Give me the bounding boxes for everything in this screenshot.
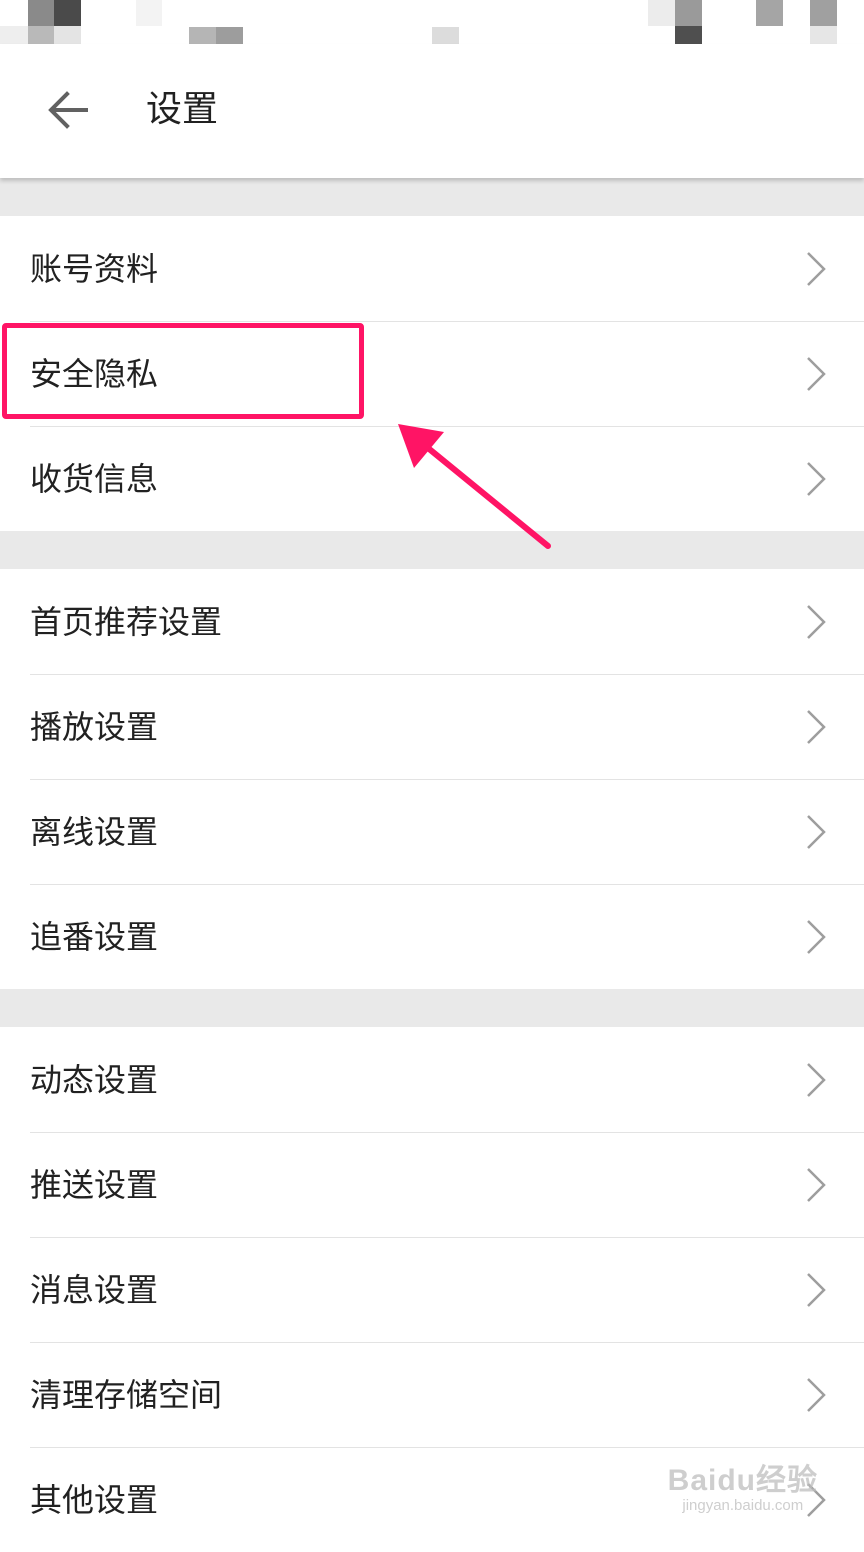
settings-item-label: 其他设置 — [30, 1480, 159, 1519]
settings-group-playback: 首页推荐设置 播放设置 离线设置 追番设置 — [0, 569, 864, 989]
status-pixel-block — [54, 26, 81, 44]
settings-item-feed[interactable]: 动态设置 — [0, 1027, 864, 1132]
status-pixel-block — [675, 0, 702, 26]
settings-list: 账号资料 安全隐私 收货信息 首页推荐设置 播放设置 离线设置 追番设置 动态设… — [0, 178, 864, 1552]
settings-item-offline[interactable]: 离线设置 — [0, 779, 864, 884]
settings-item-label: 追番设置 — [30, 917, 159, 956]
settings-item-other[interactable]: 其他设置 — [0, 1447, 864, 1552]
status-pixel-block — [0, 26, 28, 44]
section-divider — [0, 178, 864, 216]
chevron-right-icon — [802, 812, 830, 852]
settings-item-label: 消息设置 — [30, 1270, 159, 1309]
chevron-right-icon — [802, 602, 830, 642]
chevron-right-icon — [802, 1375, 830, 1415]
settings-item-follow-anime[interactable]: 追番设置 — [0, 884, 864, 989]
settings-item-home-recommend[interactable]: 首页推荐设置 — [0, 569, 864, 674]
status-pixel-block — [648, 0, 675, 26]
settings-item-push[interactable]: 推送设置 — [0, 1132, 864, 1237]
status-pixel-block — [810, 0, 837, 26]
section-divider — [0, 989, 864, 1027]
chevron-right-icon — [802, 1480, 830, 1520]
status-pixel-block — [54, 0, 81, 26]
settings-item-clear-storage[interactable]: 清理存储空间 — [0, 1342, 864, 1447]
chevron-right-icon — [802, 1165, 830, 1205]
settings-item-playback[interactable]: 播放设置 — [0, 674, 864, 779]
chevron-right-icon — [802, 1060, 830, 1100]
status-bar — [0, 0, 864, 44]
status-pixel-block — [432, 27, 459, 44]
status-pixel-block — [28, 0, 54, 26]
back-button[interactable] — [30, 72, 106, 148]
status-pixel-block — [756, 0, 783, 26]
arrow-left-icon — [48, 91, 88, 129]
status-pixel-block — [28, 26, 54, 44]
settings-item-label: 离线设置 — [30, 812, 159, 851]
chevron-right-icon — [802, 249, 830, 289]
chevron-right-icon — [802, 917, 830, 957]
settings-item-message[interactable]: 消息设置 — [0, 1237, 864, 1342]
settings-item-label: 播放设置 — [30, 707, 159, 746]
chevron-right-icon — [802, 1270, 830, 1310]
settings-item-security-privacy[interactable]: 安全隐私 — [0, 321, 864, 426]
chevron-right-icon — [802, 707, 830, 747]
settings-item-label: 账号资料 — [30, 249, 159, 288]
chevron-right-icon — [802, 354, 830, 394]
status-pixel-block — [216, 27, 243, 44]
settings-group-general: 动态设置 推送设置 消息设置 清理存储空间 其他设置 — [0, 1027, 864, 1552]
settings-group-account: 账号资料 安全隐私 收货信息 — [0, 216, 864, 531]
settings-item-label: 首页推荐设置 — [30, 602, 223, 641]
settings-item-account-profile[interactable]: 账号资料 — [0, 216, 864, 321]
app-header: 设置 — [0, 44, 864, 178]
status-pixel-block — [136, 0, 162, 26]
chevron-right-icon — [802, 459, 830, 499]
status-pixel-block — [810, 26, 837, 44]
status-pixel-block — [189, 27, 216, 44]
settings-item-label: 推送设置 — [30, 1165, 159, 1204]
settings-item-label: 安全隐私 — [30, 354, 159, 393]
page-title: 设置 — [146, 89, 219, 130]
status-pixel-block — [675, 26, 702, 44]
settings-item-label: 收货信息 — [30, 459, 159, 498]
settings-item-shipping-info[interactable]: 收货信息 — [0, 426, 864, 531]
settings-item-label: 动态设置 — [30, 1060, 159, 1099]
section-divider — [0, 531, 864, 569]
settings-item-label: 清理存储空间 — [30, 1375, 223, 1414]
